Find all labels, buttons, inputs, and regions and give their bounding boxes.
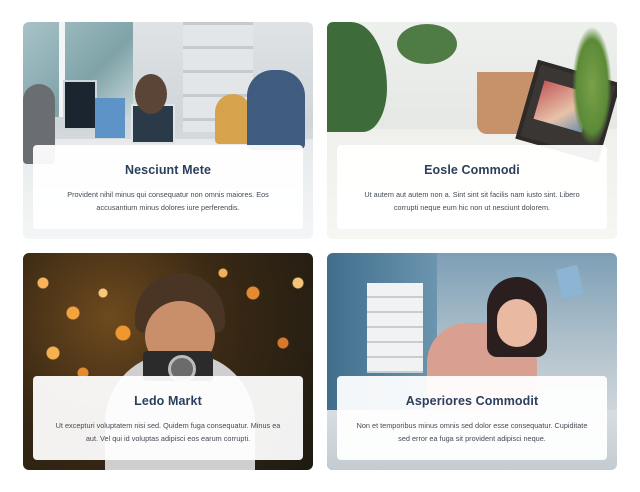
service-card-3[interactable]: Ledo Markt Ut excepturi voluptatem nisi …	[23, 253, 313, 470]
service-card-1[interactable]: Nesciunt Mete Provident nihil minus qui …	[23, 22, 313, 239]
card-content-panel: Eosle Commodi Ut autem aut autem non a. …	[337, 145, 607, 229]
card-title[interactable]: Nesciunt Mete	[49, 163, 287, 177]
card-description: Provident nihil minus qui consequatur no…	[67, 190, 269, 212]
card-title[interactable]: Eosle Commodi	[353, 163, 591, 177]
service-card-4[interactable]: Asperiores Commodit Non et temporibus mi…	[327, 253, 617, 470]
card-description: Ut excepturi voluptatem nisi sed. Quidem…	[55, 421, 281, 443]
card-description: Non et temporibus minus omnis sed dolor …	[356, 421, 588, 443]
card-description: Ut autem aut autem non a. Sint sint sit …	[364, 190, 580, 212]
service-card-2[interactable]: Eosle Commodi Ut autem aut autem non a. …	[327, 22, 617, 239]
service-cards-grid: Nesciunt Mete Provident nihil minus qui …	[0, 0, 640, 492]
card-title[interactable]: Ledo Markt	[49, 394, 287, 408]
card-title[interactable]: Asperiores Commodit	[353, 394, 591, 408]
card-content-panel: Nesciunt Mete Provident nihil minus qui …	[33, 145, 303, 229]
card-content-panel: Ledo Markt Ut excepturi voluptatem nisi …	[33, 376, 303, 460]
card-content-panel: Asperiores Commodit Non et temporibus mi…	[337, 376, 607, 460]
